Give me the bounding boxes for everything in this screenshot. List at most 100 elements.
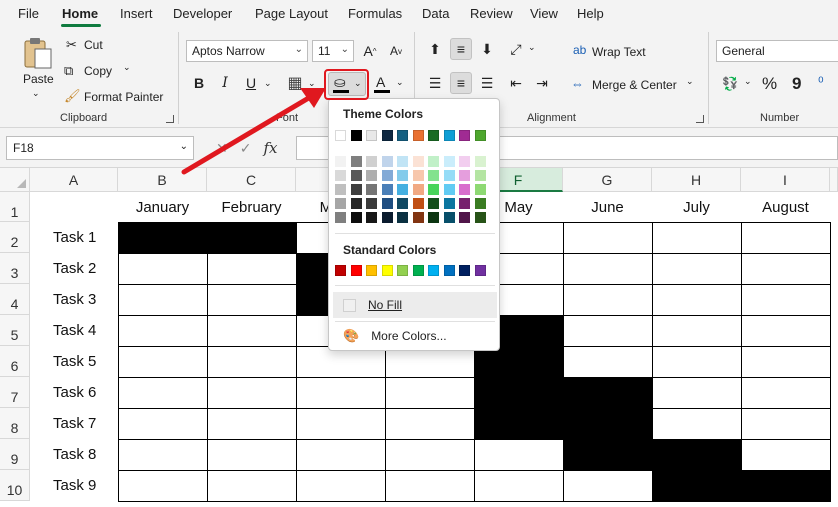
theme-color-swatch[interactable] — [366, 130, 377, 141]
gantt-cell[interactable] — [563, 470, 653, 502]
gantt-cell[interactable] — [118, 284, 208, 316]
column-header-b[interactable]: B — [118, 168, 207, 192]
gantt-cell[interactable] — [652, 284, 742, 316]
theme-shade-swatch[interactable] — [381, 212, 393, 223]
gantt-cell[interactable] — [118, 470, 208, 502]
theme-shade-swatch[interactable] — [474, 184, 486, 195]
theme-shade-swatch[interactable] — [397, 170, 408, 181]
gantt-cell[interactable] — [741, 408, 831, 440]
standard-color-swatch[interactable] — [350, 265, 362, 276]
gantt-cell[interactable] — [385, 377, 475, 409]
theme-shade-swatch[interactable] — [335, 156, 346, 167]
gantt-cell[interactable] — [118, 346, 208, 378]
chevron-down-icon[interactable]: ⌄ — [308, 78, 316, 89]
theme-shade-swatch[interactable] — [443, 198, 455, 209]
standard-color-swatch[interactable] — [381, 265, 393, 276]
theme-shade-swatch[interactable] — [412, 184, 424, 195]
increase-font-icon[interactable]: A ^ — [359, 40, 381, 62]
gantt-cell[interactable] — [118, 315, 208, 347]
align-middle-icon[interactable]: ≡ — [450, 38, 472, 60]
task-label[interactable]: Task 8 — [53, 446, 96, 463]
standard-color-swatch[interactable] — [474, 265, 486, 276]
task-label[interactable]: Task 3 — [53, 291, 96, 308]
theme-shade-swatch[interactable] — [412, 170, 424, 181]
theme-shade-swatch[interactable] — [474, 212, 486, 223]
gantt-cell[interactable] — [741, 439, 831, 471]
theme-color-swatch[interactable] — [443, 130, 455, 141]
theme-shade-swatch[interactable] — [366, 212, 377, 223]
gantt-cell[interactable] — [207, 470, 297, 502]
column-header-a[interactable]: A — [30, 168, 118, 192]
theme-color-swatch[interactable] — [428, 130, 439, 141]
tab-view[interactable]: View — [530, 6, 558, 21]
theme-shade-swatch[interactable] — [350, 170, 362, 181]
gantt-cell[interactable] — [652, 222, 742, 254]
theme-shade-swatch[interactable] — [397, 198, 408, 209]
number-format-combo[interactable]: General — [716, 40, 838, 62]
gantt-cell[interactable] — [741, 253, 831, 285]
gantt-cell-filled[interactable] — [741, 470, 831, 502]
theme-shade-swatch[interactable] — [443, 170, 455, 181]
theme-shade-swatch[interactable] — [428, 170, 439, 181]
standard-color-swatch[interactable] — [397, 265, 408, 276]
theme-shade-swatch[interactable] — [443, 184, 455, 195]
tab-home[interactable]: Home — [62, 6, 98, 21]
theme-shade-swatch[interactable] — [428, 198, 439, 209]
theme-shade-swatch[interactable] — [397, 212, 408, 223]
theme-shade-swatch[interactable] — [459, 212, 470, 223]
chevron-down-icon[interactable]: ⌄ — [686, 76, 694, 87]
gantt-cell[interactable] — [652, 377, 742, 409]
row-header-4[interactable]: 4 — [0, 284, 30, 315]
theme-shade-swatch[interactable] — [397, 184, 408, 195]
increase-indent-icon[interactable]: ⇥ — [531, 72, 553, 94]
gantt-cell[interactable] — [296, 439, 386, 471]
month-header[interactable]: June — [563, 199, 652, 216]
gantt-cell[interactable] — [385, 439, 475, 471]
standard-color-swatch[interactable] — [428, 265, 439, 276]
gantt-cell[interactable] — [207, 315, 297, 347]
font-color-button[interactable]: A ⌄ — [372, 72, 406, 96]
decrease-indent-icon[interactable]: ⇤ — [505, 72, 527, 94]
theme-color-swatch[interactable] — [459, 130, 470, 141]
theme-shade-swatch[interactable] — [335, 170, 346, 181]
theme-shade-swatch[interactable] — [381, 156, 393, 167]
column-header-i[interactable]: I — [741, 168, 830, 192]
gantt-cell[interactable] — [207, 377, 297, 409]
gantt-cell[interactable] — [741, 222, 831, 254]
gantt-cell-filled[interactable] — [474, 408, 564, 440]
standard-color-swatch[interactable] — [412, 265, 424, 276]
theme-shade-swatch[interactable] — [474, 170, 486, 181]
row-header-3[interactable]: 3 — [0, 253, 30, 284]
month-header[interactable]: July — [652, 199, 741, 216]
theme-shade-swatch[interactable] — [350, 156, 362, 167]
row-header-8[interactable]: 8 — [0, 408, 30, 439]
gantt-cell[interactable] — [741, 377, 831, 409]
gantt-cell[interactable] — [474, 470, 564, 502]
gantt-cell[interactable] — [563, 315, 653, 347]
row-header-5[interactable]: 5 — [0, 315, 30, 346]
no-fill-option[interactable]: No Fill — [333, 292, 497, 318]
more-colors-option[interactable]: 🎨 More Colors... — [333, 323, 497, 349]
standard-color-swatch[interactable] — [335, 265, 346, 276]
gantt-cell[interactable] — [652, 315, 742, 347]
tab-formulas[interactable]: Formulas — [348, 6, 402, 21]
gantt-cell[interactable] — [296, 408, 386, 440]
theme-color-swatch[interactable] — [335, 130, 346, 141]
standard-color-swatch[interactable] — [366, 265, 377, 276]
chevron-down-icon[interactable]: ⌄ — [264, 78, 272, 89]
borders-icon[interactable]: ▦ — [284, 72, 306, 94]
gantt-cell[interactable] — [563, 284, 653, 316]
bold-button[interactable]: B — [188, 72, 210, 94]
column-header-g[interactable]: G — [563, 168, 652, 192]
task-label[interactable]: Task 4 — [53, 322, 96, 339]
theme-shade-swatch[interactable] — [366, 198, 377, 209]
gantt-cell[interactable] — [652, 346, 742, 378]
theme-color-swatch[interactable] — [412, 130, 424, 141]
gantt-cell[interactable] — [118, 377, 208, 409]
align-center-icon[interactable]: ≡ — [450, 72, 472, 94]
gantt-cell[interactable] — [741, 315, 831, 347]
tab-insert[interactable]: Insert — [120, 6, 153, 21]
standard-color-swatch[interactable] — [459, 265, 470, 276]
increase-decimal-icon[interactable]: ⁰ — [818, 74, 824, 91]
italic-button[interactable]: I — [214, 72, 236, 94]
